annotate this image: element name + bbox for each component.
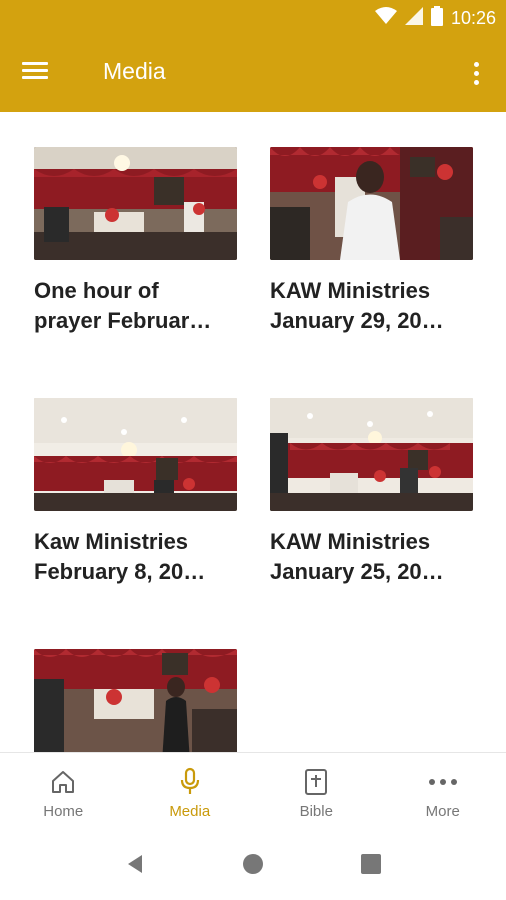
system-navigation-bar	[0, 832, 506, 900]
media-card[interactable]: Kaw Ministries February 8, 20…	[34, 398, 237, 587]
media-card[interactable]	[34, 649, 237, 752]
nav-item-more[interactable]: More	[380, 753, 506, 832]
home-circle-icon[interactable]	[242, 853, 264, 880]
media-title: KAW Ministries January 25, 20…	[270, 529, 444, 584]
top-bar: 10:26 Media	[0, 0, 506, 112]
nav-label: Media	[169, 803, 211, 820]
status-bar: 10:26	[0, 0, 506, 36]
nav-item-bible[interactable]: Bible	[253, 753, 380, 832]
recents-icon[interactable]	[360, 853, 382, 880]
nav-label: More	[425, 803, 460, 820]
status-time: 10:26	[450, 7, 496, 28]
nav-label: Bible	[299, 803, 333, 820]
media-title: One hour of prayer Februar…	[34, 278, 212, 333]
media-grid: One hour of prayer Februar… KAW Ministri…	[0, 112, 506, 752]
media-title: Kaw Ministries February 8, 20…	[34, 529, 206, 584]
app-bar: Media	[0, 36, 506, 112]
home-icon	[48, 767, 78, 797]
nav-item-home[interactable]: Home	[0, 753, 127, 832]
media-card[interactable]: KAW Ministries January 25, 20…	[270, 398, 473, 587]
status-icons: 10:26	[374, 5, 496, 31]
signal-icon	[404, 6, 423, 30]
microphone-icon	[175, 767, 205, 797]
back-icon[interactable]	[124, 853, 146, 880]
video-thumbnail[interactable]	[270, 398, 473, 511]
bottom-navigation: Home Media Bible More	[0, 752, 506, 832]
media-card[interactable]: One hour of prayer Februar…	[34, 147, 237, 336]
battery-icon	[430, 5, 443, 31]
overflow-menu-icon[interactable]	[466, 58, 486, 88]
bible-icon	[301, 767, 331, 797]
nav-label: Home	[43, 803, 84, 820]
media-card[interactable]: KAW Ministries January 29, 20…	[270, 147, 473, 336]
video-thumbnail[interactable]	[34, 398, 237, 511]
menu-icon[interactable]	[22, 58, 56, 88]
page-title: Media	[103, 58, 166, 84]
media-title: KAW Ministries January 29, 20…	[270, 278, 444, 333]
more-icon	[428, 767, 458, 797]
video-thumbnail[interactable]	[34, 147, 237, 260]
nav-item-media[interactable]: Media	[127, 753, 254, 832]
video-thumbnail[interactable]	[34, 649, 237, 752]
wifi-icon	[374, 6, 397, 30]
video-thumbnail[interactable]	[270, 147, 473, 260]
